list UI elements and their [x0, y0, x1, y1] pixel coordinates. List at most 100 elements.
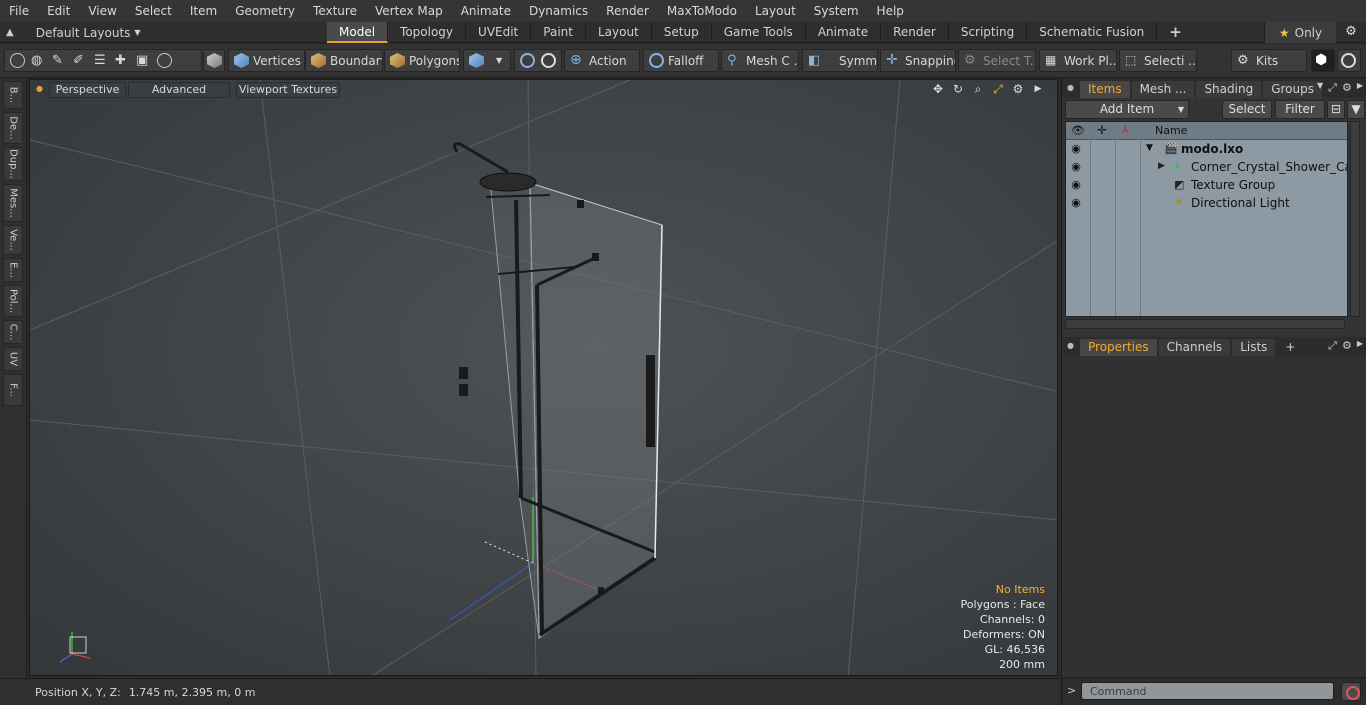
polygons-button[interactable]: Polygons	[384, 49, 460, 72]
left-tab-polygon[interactable]: Pol...	[3, 285, 23, 317]
fit-view-icon[interactable]: ⤢	[991, 82, 1005, 97]
snapping-button[interactable]: ✛ Snapping	[880, 49, 956, 72]
left-tab-curve[interactable]: C...	[3, 320, 23, 344]
align-icon[interactable]: ☰	[94, 53, 109, 68]
tab-shading[interactable]: Shading	[1196, 81, 1262, 98]
panel-menu-dot-icon[interactable]: ●	[1067, 341, 1074, 350]
advanced-button[interactable]: Advanced	[128, 82, 230, 98]
left-tab-deform[interactable]: De...	[3, 112, 23, 144]
vertices-button[interactable]: Vertices	[228, 49, 305, 72]
tree-vertical-scrollbar[interactable]	[1350, 121, 1360, 317]
gear-blue-icon[interactable]	[520, 53, 535, 68]
add-tab-icon[interactable]: +	[1157, 22, 1194, 43]
tab-animate[interactable]: Animate	[806, 22, 882, 43]
tab-setup[interactable]: Setup	[652, 22, 712, 43]
menu-select[interactable]: Select	[126, 0, 181, 22]
expand-arrow-icon[interactable]: ▶	[1031, 82, 1045, 97]
scene-canvas[interactable]	[30, 80, 1058, 676]
add-item-button[interactable]: Add Item ▼	[1065, 100, 1189, 119]
tab-schematic-fusion[interactable]: Schematic Fusion	[1027, 22, 1158, 43]
left-tab-mesh-edit[interactable]: Mes...	[3, 184, 23, 222]
tab-paint[interactable]: Paint	[531, 22, 586, 43]
menu-layout[interactable]: Layout	[746, 0, 805, 22]
square-ring-icon[interactable]: ▣	[136, 53, 151, 68]
add-panel-tab-icon[interactable]: +	[1277, 339, 1303, 356]
chevron-down-icon[interactable]: ▼	[1317, 81, 1323, 95]
expand-right-icon[interactable]: ▶	[1158, 161, 1165, 171]
tab-scripting[interactable]: Scripting	[949, 22, 1028, 43]
eye-icon[interactable]: ◉	[1070, 161, 1082, 173]
gear-icon[interactable]: ⚙	[1342, 24, 1360, 41]
selection-sets-button[interactable]: ⬚ Selecti ...	[1119, 49, 1197, 72]
layout-up-icon[interactable]: ▲	[6, 27, 14, 38]
left-tab-fusion[interactable]: F...	[3, 374, 23, 406]
circle-select-icon[interactable]	[10, 53, 25, 68]
panel-settings-icon[interactable]: ⚙	[1342, 81, 1352, 95]
work-plane-button[interactable]: ▦ Work Pl...	[1039, 49, 1117, 72]
tab-model[interactable]: Model	[327, 22, 389, 43]
pie-icon[interactable]	[157, 53, 172, 68]
menu-file[interactable]: File	[0, 0, 38, 22]
falloff-button[interactable]: Falloff	[643, 49, 719, 72]
tree-row-mesh[interactable]: ◉ ▶ ⅄ Corner_Crystal_Shower_Cabi...	[1066, 158, 1347, 176]
select-button[interactable]: Select	[1222, 100, 1272, 119]
unity-button[interactable]: ⬢	[1311, 49, 1335, 72]
type-column-icon[interactable]: ⅄	[1122, 123, 1129, 136]
left-tab-vertex[interactable]: Ve...	[3, 225, 23, 255]
action-button[interactable]: ⊕ Action	[564, 49, 640, 72]
menu-maxtomodo[interactable]: MaxToModo	[658, 0, 746, 22]
menu-animate[interactable]: Animate	[452, 0, 520, 22]
item-tree[interactable]: 👁 ✛ ⅄ Name ◉ ▼ 🎬 modo.lxo ◉ ▶ ⅄ Corner_C…	[1065, 121, 1348, 317]
tab-items[interactable]: Items	[1080, 81, 1130, 98]
rotate-view-icon[interactable]: ↻	[951, 82, 965, 97]
only-button[interactable]: ★ Only	[1264, 22, 1336, 43]
menu-item[interactable]: Item	[181, 0, 226, 22]
tab-properties[interactable]: Properties	[1080, 339, 1157, 356]
menu-geometry[interactable]: Geometry	[226, 0, 304, 22]
eye-icon[interactable]: ◉	[1070, 143, 1082, 155]
menu-help[interactable]: Help	[868, 0, 913, 22]
item-mode-button[interactable]	[203, 49, 225, 72]
select-through-button[interactable]: ⚙ Select T...	[958, 49, 1036, 72]
tab-render[interactable]: Render	[881, 22, 949, 43]
maximize-icon[interactable]: ⤢	[1328, 81, 1337, 95]
brush-icon[interactable]: ✐	[73, 53, 88, 68]
tab-layout[interactable]: Layout	[586, 22, 652, 43]
visibility-column-icon[interactable]: 👁	[1071, 124, 1085, 137]
lock-column-icon[interactable]: ✛	[1097, 123, 1107, 137]
menu-texture[interactable]: Texture	[304, 0, 366, 22]
left-tab-basic[interactable]: B...	[3, 81, 23, 109]
unreal-button[interactable]	[1337, 49, 1361, 72]
maximize-icon[interactable]: ⤢	[1328, 339, 1337, 353]
tab-mesh[interactable]: Mesh ...	[1131, 81, 1195, 98]
menu-vertex-map[interactable]: Vertex Map	[366, 0, 452, 22]
left-tab-duplicate[interactable]: Dup...	[3, 147, 23, 181]
tree-row-scene[interactable]: ◉ ▼ 🎬 modo.lxo	[1066, 140, 1347, 158]
tree-row-directional-light[interactable]: ◉ ☀ Directional Light	[1066, 194, 1347, 212]
gear-white-icon[interactable]	[541, 53, 556, 68]
viewport-menu-dot-icon[interactable]: ●	[36, 84, 43, 93]
3d-viewport[interactable]: ● Perspective Advanced Viewport Textures…	[29, 79, 1058, 676]
command-input[interactable]	[1081, 682, 1334, 700]
panel-settings-icon[interactable]: ⚙	[1342, 339, 1352, 353]
funnel-filter-icon[interactable]: ▼	[1347, 100, 1365, 119]
eye-icon[interactable]: ◉	[1070, 179, 1082, 191]
globe-icon[interactable]: ◍	[31, 53, 46, 68]
name-column-header[interactable]: Name	[1155, 124, 1187, 137]
mesh-constraint-button[interactable]: ⚲ Mesh C ...	[721, 49, 799, 72]
center-icon[interactable]: ✚	[115, 53, 130, 68]
menu-view[interactable]: View	[79, 0, 125, 22]
menu-edit[interactable]: Edit	[38, 0, 79, 22]
boundary-button[interactable]: Boundary	[305, 49, 383, 72]
move-view-icon[interactable]: ✥	[931, 82, 945, 97]
pen-icon[interactable]: ✎	[52, 53, 67, 68]
viewport-textures-button[interactable]: Viewport Textures	[236, 82, 340, 98]
tab-lists[interactable]: Lists	[1232, 339, 1276, 356]
tab-channels[interactable]: Channels	[1158, 339, 1231, 356]
menu-system[interactable]: System	[805, 0, 868, 22]
expand-down-icon[interactable]: ▼	[1146, 143, 1153, 153]
kits-button[interactable]: ⚙ Kits	[1231, 49, 1307, 72]
tab-groups[interactable]: Groups	[1263, 81, 1322, 98]
panel-menu-dot-icon[interactable]: ●	[1067, 83, 1074, 92]
panel-expand-icon[interactable]: ▶	[1357, 81, 1363, 95]
